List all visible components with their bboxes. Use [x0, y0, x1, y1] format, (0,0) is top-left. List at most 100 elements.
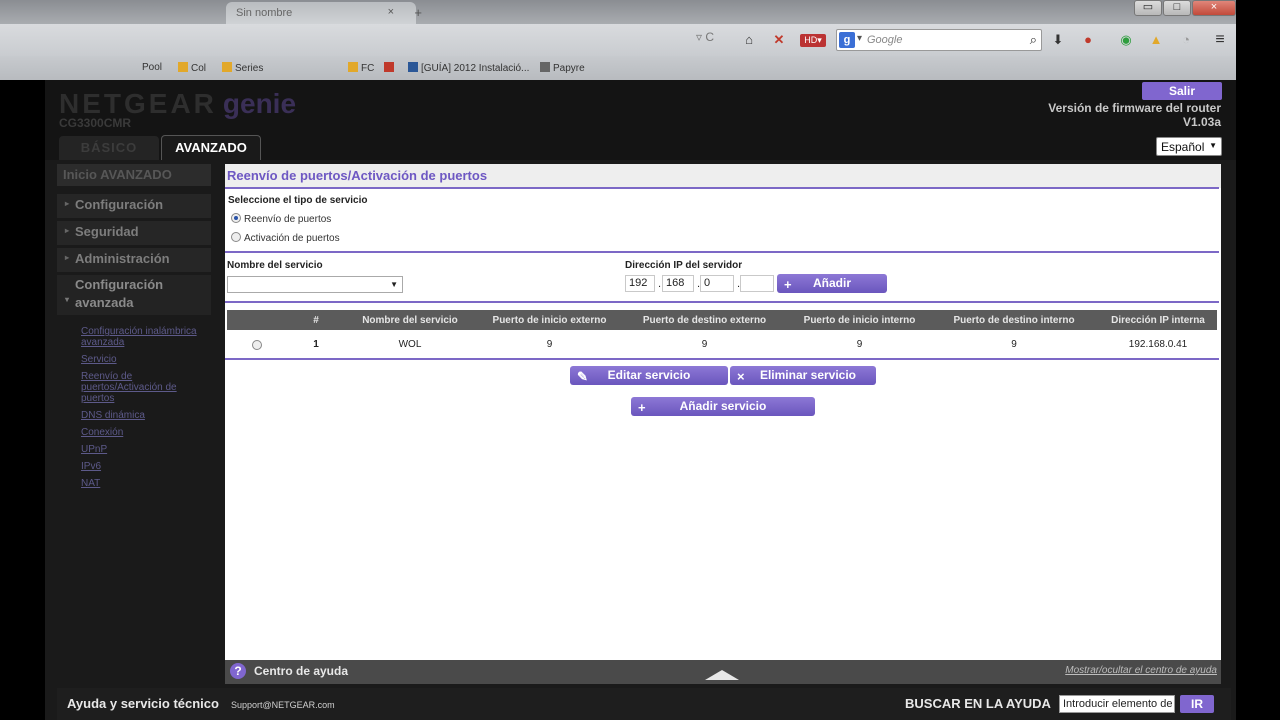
help-icon: ?	[230, 663, 246, 679]
sublink-ddns[interactable]: DNS dinámica	[81, 410, 199, 421]
bookmark-item[interactable]: [GUÍA] 2012 Instalació...	[408, 62, 529, 74]
language-select[interactable]: Español ▼	[1156, 137, 1222, 156]
url-bar-controls[interactable]: ▿ C	[696, 30, 734, 50]
edit-service-button[interactable]: ✎ Editar servicio	[570, 366, 728, 385]
firmware-version: V1.03a	[1182, 115, 1221, 129]
tab-advanced[interactable]: AVANZADO	[161, 135, 261, 160]
router-page: NETGEAR genie CG3300CMR Salir Versión de …	[45, 80, 1236, 720]
column-header: Dirección IP interna	[1111, 315, 1205, 326]
table-cell: 1	[313, 339, 319, 350]
firmware-label: Versión de firmware del router	[1048, 101, 1221, 115]
sublink-wireless[interactable]: Configuración inalámbrica avanzada	[81, 326, 199, 348]
folder-icon	[178, 62, 188, 72]
tab-basic[interactable]: BÁSICO	[59, 136, 159, 160]
expand-arrow-icon[interactable]	[705, 670, 739, 680]
ip-dot: .	[658, 278, 662, 290]
add-service-button[interactable]: + Añadir servicio	[631, 397, 815, 416]
browser-search-box[interactable]: g ▾ Google ⌕	[836, 29, 1042, 51]
search-icon[interactable]: ⌕	[1030, 32, 1037, 48]
engine-dropdown-icon[interactable]: ▾	[857, 33, 862, 44]
tab-close-icon[interactable]: ×	[388, 6, 394, 18]
chevron-down-icon: ▼	[1209, 141, 1217, 150]
chevron-right-icon: ▸	[65, 199, 70, 208]
google-icon: g	[839, 32, 855, 48]
table-cell: 9	[546, 339, 553, 350]
help-toggle-link[interactable]: Mostrar/ocultar el centro de ayuda	[1065, 665, 1217, 676]
sublink-upnp[interactable]: UPnP	[81, 444, 199, 455]
home-icon[interactable]: ⌂	[741, 32, 757, 48]
menu-icon[interactable]: ≡	[1212, 32, 1228, 48]
bookmarks-bar: Pool Col Series FC [GUÍA] 2012 Instalaci…	[0, 56, 1236, 80]
sublink-servicio[interactable]: Servicio	[81, 354, 199, 365]
footer-title: Ayuda y servicio técnico	[67, 696, 219, 711]
column-header: #	[313, 315, 319, 326]
bookmark-item[interactable]: Pool	[142, 62, 162, 73]
help-center-title: Centro de ayuda	[254, 664, 349, 678]
column-header: Puerto de destino interno	[953, 315, 1075, 326]
bookmark-item[interactable]: Col	[178, 62, 206, 74]
service-name-label: Nombre del servicio	[227, 260, 323, 271]
help-search-input[interactable]: Introducir elemento de	[1059, 695, 1175, 713]
sidebar-item-configuracion[interactable]: ▸ Configuración	[57, 194, 211, 218]
minimize-button[interactable]: ▭	[1134, 0, 1162, 16]
table-cell: 9	[856, 339, 863, 350]
abp-icon[interactable]: ●	[1080, 32, 1096, 48]
delete-service-button[interactable]: × Eliminar servicio	[730, 366, 876, 385]
chevron-down-icon: ▾	[65, 295, 70, 304]
status-icon[interactable]: ◉	[1118, 32, 1134, 48]
bookmark-item[interactable]	[384, 62, 397, 74]
radio-icon[interactable]	[252, 340, 262, 350]
page-icon	[540, 62, 550, 72]
ip-octet-2[interactable]: 168	[662, 275, 694, 292]
sublink-nat[interactable]: NAT	[81, 478, 199, 489]
logout-button[interactable]: Salir	[1142, 82, 1222, 100]
add-button[interactable]: + Añadir	[777, 274, 887, 293]
sidebar-item-seguridad[interactable]: ▸ Seguridad	[57, 221, 211, 245]
support-email-link[interactable]: Support@NETGEAR.com	[231, 700, 335, 710]
ip-octet-3[interactable]: 0	[700, 275, 734, 292]
maximize-button[interactable]: □	[1163, 0, 1191, 16]
help-search-button[interactable]: IR	[1180, 695, 1214, 713]
bookmark-item[interactable]: Papyre	[540, 62, 585, 74]
table-cell: 9	[701, 339, 708, 350]
help-search-label: BUSCAR EN LA AYUDA	[905, 696, 1051, 711]
radio-port-triggering[interactable]: Activación de puertos	[231, 232, 340, 244]
sidebar-home-advanced[interactable]: Inicio AVANZADO	[57, 164, 211, 186]
bookmark-item[interactable]: FC	[348, 62, 374, 74]
row-select-radio[interactable]	[252, 340, 265, 352]
sidebar-sublinks: Configuración inalámbrica avanzada Servi…	[81, 326, 199, 495]
browser-nav-bar: ▿ C ⌂ ✕ HD▾ g ▾ Google ⌕ ⬇ ● ◉ ▲ ◔ ≡	[0, 24, 1236, 56]
sublink-port-forwarding[interactable]: Reenvío de puertos/Activación de puertos	[81, 371, 199, 404]
close-window-button[interactable]: ×	[1192, 0, 1236, 16]
search-placeholder: Google	[867, 34, 903, 46]
service-name-select[interactable]: ▼	[227, 276, 403, 293]
column-header: Nombre del servicio	[362, 315, 458, 326]
page-header: NETGEAR genie CG3300CMR Salir Versión de …	[45, 80, 1236, 160]
x-icon[interactable]: ✕	[771, 32, 787, 48]
new-tab-icon[interactable]: +	[414, 5, 422, 20]
divider	[225, 301, 1219, 303]
bookmark-item[interactable]: Series	[222, 62, 263, 74]
column-header: Puerto de destino externo	[642, 315, 767, 326]
sidebar-item-configuracion-avanzada[interactable]: ▾ Configuración avanzada	[57, 275, 211, 315]
table-header: # Nombre del servicio Puerto de inicio e…	[227, 310, 1217, 330]
router-model: CG3300CMR	[59, 116, 132, 130]
sidebar-item-administracion[interactable]: ▸ Administración	[57, 248, 211, 272]
radio-selected-icon[interactable]	[231, 213, 241, 223]
browser-tab[interactable]: Sin nombre × +	[226, 2, 422, 24]
hd-icon[interactable]: HD▾	[800, 34, 826, 47]
sublink-conexion[interactable]: Conexión	[81, 427, 199, 438]
folder-icon	[348, 62, 358, 72]
footer: Ayuda y servicio técnico Support@NETGEAR…	[57, 688, 1231, 720]
help-center-bar[interactable]: ? Centro de ayuda Mostrar/ocultar el cen…	[225, 660, 1221, 684]
ip-octet-1[interactable]: 192	[625, 275, 655, 292]
bell-icon[interactable]: ◔	[1178, 32, 1194, 48]
radio-port-forwarding[interactable]: Reenvío de puertos	[231, 213, 331, 225]
download-icon[interactable]: ⬇	[1050, 32, 1066, 48]
youtube-icon	[384, 62, 394, 72]
drive-icon[interactable]: ▲	[1148, 32, 1164, 48]
ip-octet-4[interactable]	[740, 275, 774, 292]
sublink-ipv6[interactable]: IPv6	[81, 461, 199, 472]
site-icon	[408, 62, 418, 72]
radio-icon[interactable]	[231, 232, 241, 242]
